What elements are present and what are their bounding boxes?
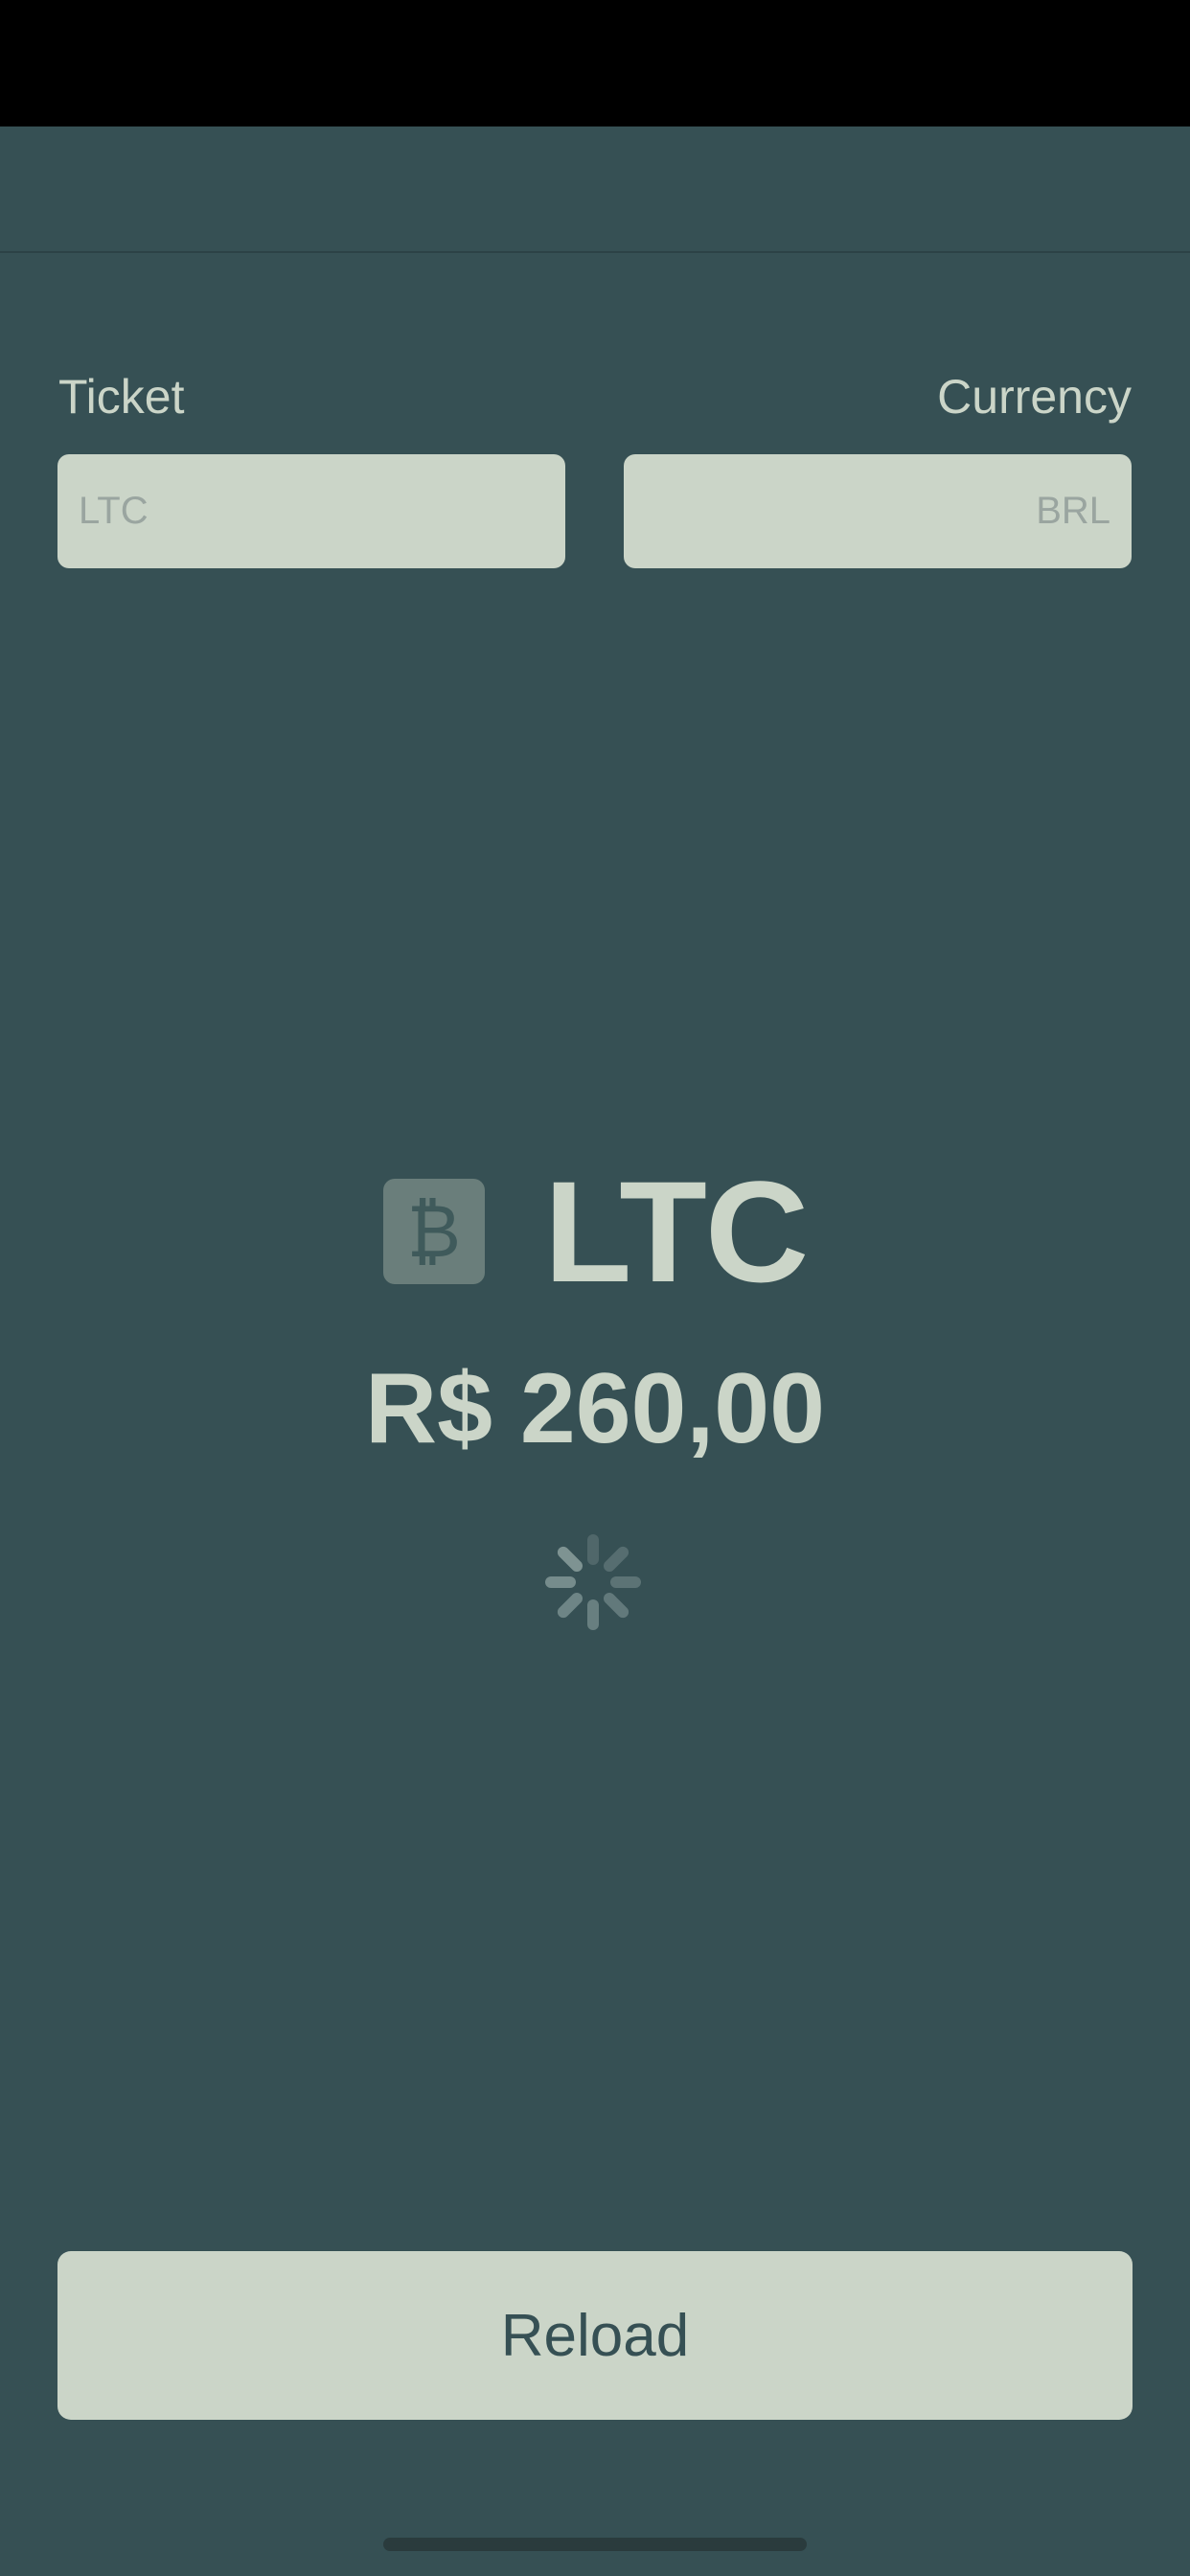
price-value: R$ 260,00 <box>365 1353 825 1464</box>
reload-button[interactable]: Reload <box>57 2251 1133 2420</box>
status-bar <box>0 0 1190 126</box>
loading-spinner-icon <box>545 1534 641 1630</box>
navigation-bar <box>0 126 1190 253</box>
coin-header: ₿ LTC <box>0 1160 1190 1303</box>
ticket-input[interactable] <box>57 454 565 568</box>
currency-input[interactable] <box>624 454 1132 568</box>
currency-icon: ₿ <box>382 1179 485 1284</box>
ticket-field-container <box>57 454 565 568</box>
currency-label: Currency <box>937 370 1132 424</box>
ticket-label: Ticket <box>58 370 185 424</box>
coin-symbol: LTC <box>543 1151 809 1312</box>
currency-field-container <box>624 454 1132 568</box>
home-indicator <box>383 2538 807 2551</box>
currency-icon-glyph: ₿ <box>406 1188 461 1274</box>
